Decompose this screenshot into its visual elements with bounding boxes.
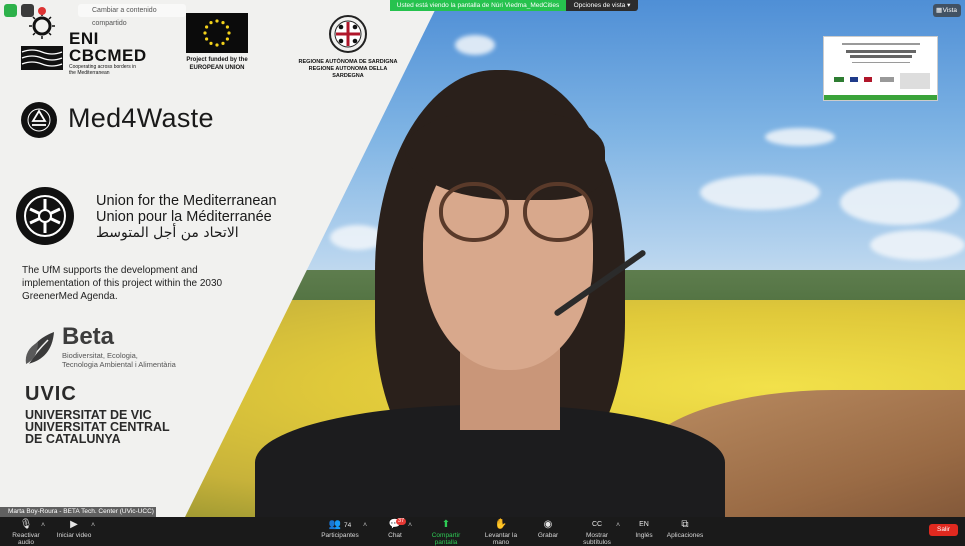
chat-button[interactable]: 💬 37 Chat: [384, 518, 407, 539]
unmute-label: Reactivar audio: [12, 532, 40, 546]
cloud: [870, 230, 965, 260]
eni-logo: [20, 12, 64, 77]
eni-tagline: Cooperating across borders in the Medite…: [69, 64, 136, 76]
beta-sub-1: Biodiversitat, Ecologia,: [62, 351, 138, 360]
chat-unread-badge: 37: [396, 518, 407, 525]
beta-title: Beta: [62, 323, 115, 350]
glasses-right-lens: [523, 182, 593, 242]
leave-meeting-button[interactable]: Salir: [929, 524, 958, 536]
view-options-label: Opciones de vista: [573, 2, 626, 9]
beta-sub-2: Tecnologia Ambiental i Alimentària: [62, 360, 176, 369]
thumb-green-bar: [824, 95, 937, 100]
view-button[interactable]: ▦ Vista: [933, 4, 961, 17]
view-button-label: Vista: [942, 7, 957, 14]
video-camera-off-icon: ▶: [70, 519, 78, 530]
beta-text: Beta Biodiversitat, Ecologia, Tecnologia…: [62, 323, 176, 369]
recording-dot-icon: [38, 7, 46, 15]
hand-icon: ✋: [494, 519, 508, 530]
ufm-support-paragraph: The UfM supports the development and imp…: [22, 265, 223, 302]
language-label: Inglés: [635, 532, 653, 539]
ufm-name-en: Union for the Mediterranean: [96, 193, 277, 209]
apps-button[interactable]: ⧉ Aplicaciones: [666, 519, 704, 539]
start-video-label: Iniciar video: [56, 532, 92, 539]
participant-name: Marta Boy-Roura - BETA Tech. Center (UVi…: [8, 508, 154, 515]
share-screen-icon: ⬆: [441, 519, 451, 530]
cloud: [765, 128, 835, 146]
thumb-line: [852, 62, 910, 63]
participants-label: Participantes: [321, 532, 359, 539]
raise-hand-label: Levantar la mano: [484, 532, 518, 546]
viewing-banner: Usted está viendo la pantalla de Núri Vi…: [390, 0, 566, 11]
view-options-button[interactable]: Opciones de vista ▾: [566, 0, 638, 11]
audio-options-caret-icon[interactable]: ˄: [41, 522, 45, 529]
sardegna-caption-line1: REGIONE AUTÒNOMA DE SARDIGNA: [298, 59, 398, 65]
participant-name-tag: Marta Boy-Roura - BETA Tech. Center (UVi…: [0, 507, 156, 517]
participants-icon: 👥 74: [328, 519, 352, 530]
glasses-left-lens: [439, 182, 509, 242]
eu-caption-line2: EUROPEAN UNION: [189, 65, 245, 71]
security-shield-icon[interactable]: [4, 4, 17, 17]
thumb-logo: [880, 77, 894, 82]
uvic-title: UVIC: [25, 383, 77, 405]
video-options-caret-icon[interactable]: ˄: [91, 522, 95, 529]
eu-caption-line1: Project funded by the: [186, 57, 248, 63]
beta-leaf-icon: [24, 328, 58, 366]
shared-screen-thumbnail[interactable]: [823, 36, 938, 101]
record-icon: ◉: [543, 519, 553, 530]
eni-title: ENI: [69, 29, 99, 48]
start-video-button[interactable]: ▶ Iniciar video: [56, 519, 92, 539]
chevron-down-icon: ▾: [627, 2, 631, 9]
share-screen-label: Compartir pantalla: [431, 532, 461, 546]
closed-captions-icon: CC: [591, 521, 603, 528]
recycle-icon: [21, 102, 57, 138]
med4waste-title: Med4Waste: [68, 103, 214, 133]
participants-count: 74: [344, 522, 352, 529]
apps-icon: ⧉: [681, 519, 689, 530]
apps-label: Aplicaciones: [666, 532, 704, 539]
language-button[interactable]: EN Inglés: [633, 519, 655, 539]
cloud: [840, 180, 960, 225]
ufm-names: Union for the Mediterranean Union pour l…: [96, 193, 277, 241]
info-icon[interactable]: [21, 4, 34, 17]
shared-video-stage: ENI CBCMED Cooperating across borders in…: [0, 0, 965, 517]
eni-text: ENI CBCMED Cooperating across borders in…: [69, 30, 147, 76]
record-button[interactable]: ◉ Grabar: [537, 519, 559, 539]
thumb-line: [842, 43, 920, 45]
thumb-logo: [864, 77, 872, 82]
thumb-logo: [850, 77, 858, 82]
record-label: Grabar: [537, 532, 559, 539]
cloud: [455, 35, 495, 55]
thumb-logo: [900, 73, 930, 89]
eu-logo: Project funded by the EUROPEAN UNION: [186, 13, 248, 72]
switch-to-shared-content[interactable]: Cambiar a contenido compartido: [78, 4, 186, 27]
ufm-name-fr: Union pour la Méditerranée: [96, 209, 272, 225]
uvic-logo: UVIC UNIVERSITAT DE VIC UNIVERSITAT CENT…: [25, 383, 170, 445]
subtitles-caret-icon[interactable]: ˄: [616, 522, 620, 529]
ufm-name-ar: الاتحاد من أجل المتوسط: [96, 225, 239, 241]
chat-label: Chat: [388, 532, 402, 539]
sardegna-crest-icon: [328, 12, 368, 56]
chat-caret-icon[interactable]: ˄: [408, 522, 412, 529]
thumb-line: [850, 55, 912, 58]
participants-button[interactable]: 👥 74 Participantes: [320, 519, 360, 539]
sardegna-logo: REGIONE AUTÒNOMA DE SARDIGNA REGIONE AUT…: [296, 12, 400, 80]
participants-caret-icon[interactable]: ˄: [363, 522, 367, 529]
eni-subtitle: CBCMED: [69, 46, 147, 65]
language-globe-icon: EN: [639, 521, 649, 528]
thumb-line: [846, 50, 916, 53]
uvic-line-3: DE CATALUNYA: [25, 432, 121, 446]
show-subtitles-label: Mostrar subtítulos: [583, 532, 611, 546]
eu-flag-icon: [186, 13, 248, 53]
thumb-logo: [834, 77, 844, 82]
meeting-toolbar: 🎙 Reactivar audio ˄ ▶ Iniciar video ˄ 👥 …: [0, 517, 965, 546]
eni-sun-icon: [21, 13, 63, 70]
sardegna-caption-line2: REGIONE AUTONOMA DELLA SARDEGNA: [308, 66, 388, 79]
grid-icon: ▦: [936, 7, 943, 14]
ufm-emblem-icon: [16, 187, 74, 245]
